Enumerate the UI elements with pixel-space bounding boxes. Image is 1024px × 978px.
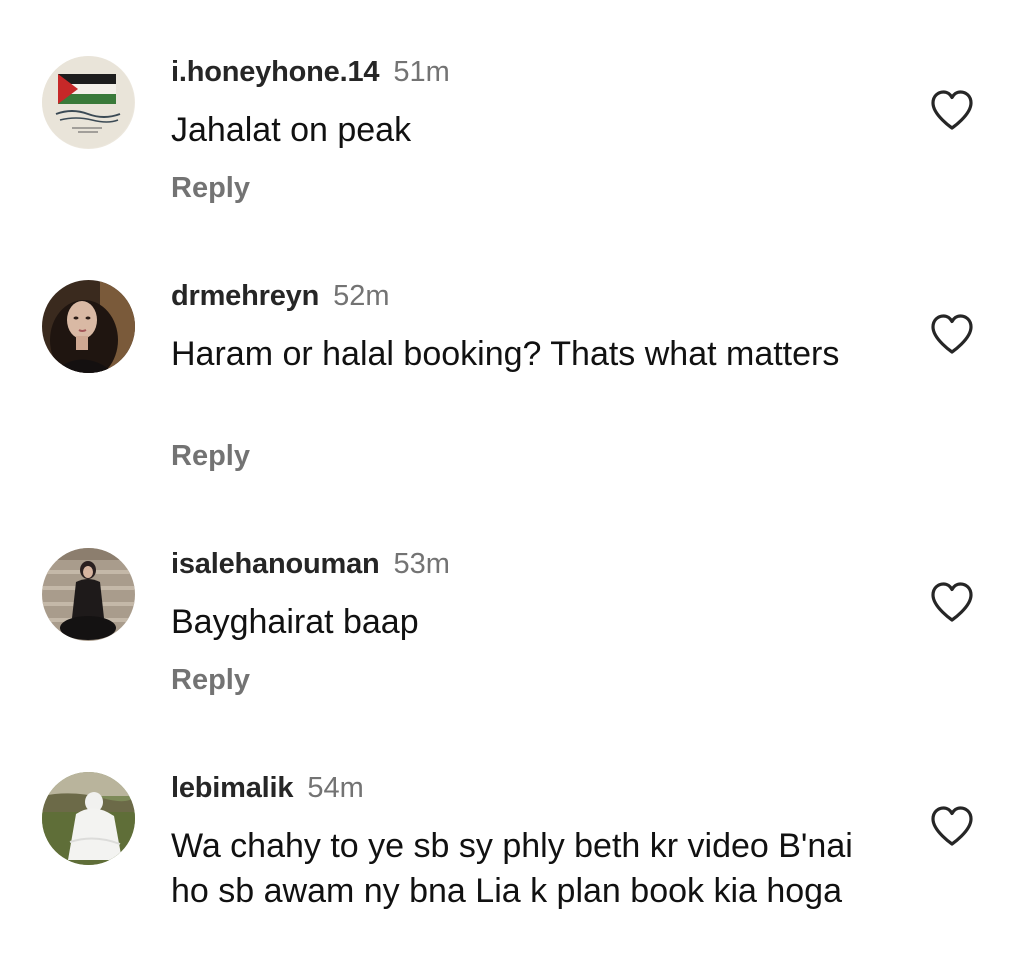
username[interactable]: lebimalik xyxy=(171,772,294,804)
timestamp: 51m xyxy=(393,56,450,88)
heart-icon xyxy=(931,90,973,130)
timestamp: 54m xyxy=(307,772,364,804)
avatar[interactable] xyxy=(42,548,135,641)
avatar[interactable] xyxy=(42,56,135,149)
reply-button[interactable]: Reply xyxy=(171,170,250,206)
heart-icon xyxy=(931,314,973,354)
palestine-flag-avatar-icon xyxy=(42,56,135,149)
like-button[interactable] xyxy=(928,88,976,132)
reply-button[interactable]: Reply xyxy=(171,662,250,698)
comment-text: Jahalat on peak xyxy=(171,111,412,149)
comment-meta: i.honeyhone.14 51m xyxy=(171,52,450,92)
comment-meta: isalehanouman 53m xyxy=(171,544,450,584)
comment-meta: lebimalik 54m xyxy=(171,768,364,808)
seated-person-avatar-icon xyxy=(42,548,135,641)
landscape-avatar-icon xyxy=(42,772,135,865)
avatar[interactable] xyxy=(42,772,135,865)
like-button[interactable] xyxy=(928,580,976,624)
timestamp: 52m xyxy=(333,280,390,312)
timestamp: 53m xyxy=(393,548,450,580)
username[interactable]: isalehanouman xyxy=(171,548,380,580)
like-button[interactable] xyxy=(928,312,976,356)
comment-text: Haram or halal booking? Thats what matte… xyxy=(171,335,840,373)
heart-icon xyxy=(931,582,973,622)
portrait-avatar-icon xyxy=(42,280,135,373)
like-button[interactable] xyxy=(928,804,976,848)
username[interactable]: i.honeyhone.14 xyxy=(171,56,380,88)
comment-meta: drmehreyn 52m xyxy=(171,276,390,316)
username[interactable]: drmehreyn xyxy=(171,280,319,312)
reply-button[interactable]: Reply xyxy=(171,438,250,474)
comment-text: Bayghairat baap xyxy=(171,603,419,641)
comment-text: Wa chahy to ye sb sy phly beth kr video … xyxy=(171,827,853,910)
avatar[interactable] xyxy=(42,280,135,373)
heart-icon xyxy=(931,806,973,846)
